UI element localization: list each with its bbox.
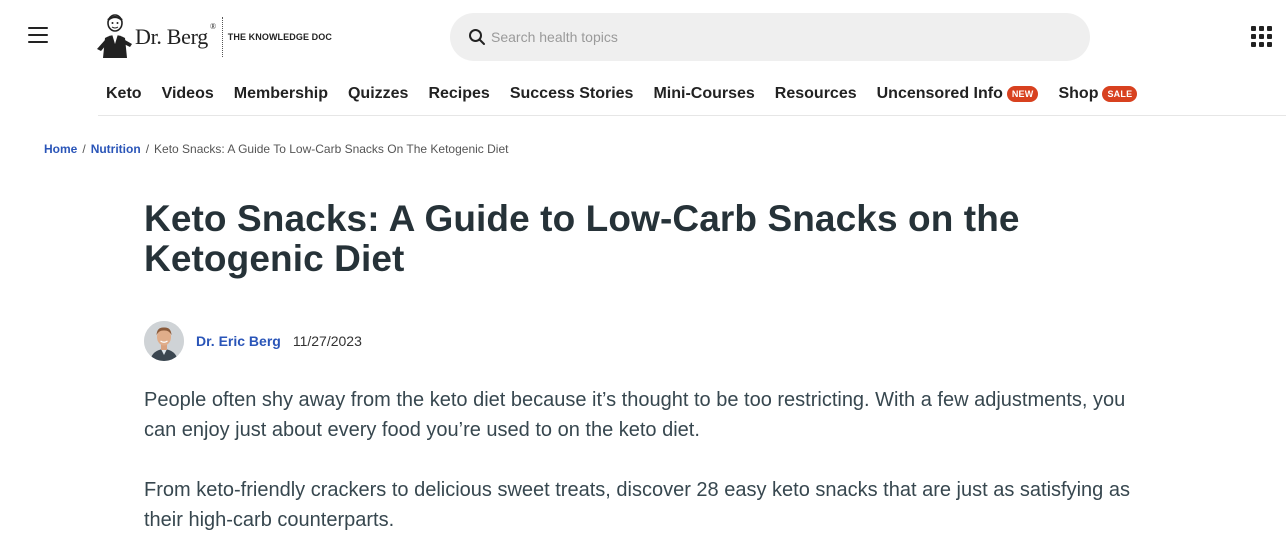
new-badge: NEW (1006, 85, 1039, 102)
logo-wordmark: Dr. Berg ® (135, 22, 216, 49)
breadcrumb-separator: / (145, 142, 150, 156)
article-title: Keto Snacks: A Guide to Low-Carb Snacks … (144, 198, 1020, 279)
search-bar[interactable] (450, 13, 1090, 61)
article-byline: Dr. Eric Berg 11/27/2023 (144, 320, 362, 362)
nav-item-resources[interactable]: Resources (767, 74, 865, 114)
article-paragraph: From keto-friendly crackers to delicious… (144, 479, 1130, 531)
sale-badge: SALE (1102, 85, 1138, 102)
author-portrait-icon (144, 321, 184, 361)
nav-item-keto[interactable]: Keto (98, 74, 150, 114)
nav-item-videos[interactable]: Videos (154, 74, 222, 114)
author-avatar[interactable] (144, 321, 184, 361)
nav-item-shop[interactable]: Shop SALE (1050, 74, 1145, 114)
article-paragraph: People often shy away from the keto diet… (144, 389, 1126, 441)
site-logo[interactable]: Dr. Berg ® THE KNOWLEDGE DOC (95, 14, 332, 60)
main-nav: Keto Videos Membership Quizzes Recipes S… (98, 72, 1286, 116)
search-icon (469, 29, 485, 45)
publish-date: 11/27/2023 (292, 333, 362, 349)
nav-item-membership[interactable]: Membership (226, 74, 336, 114)
breadcrumb-separator: / (82, 142, 86, 156)
nav-item-quizzes[interactable]: Quizzes (340, 74, 416, 114)
apps-grid-icon[interactable] (1251, 26, 1272, 47)
author-name-link[interactable]: Dr. Eric Berg (196, 333, 281, 349)
hamburger-menu-icon[interactable] (28, 27, 48, 45)
breadcrumb: Home / Nutrition / Keto Snacks: A Guide … (44, 142, 508, 156)
breadcrumb-current: Keto Snacks: A Guide To Low-Carb Snacks … (154, 142, 509, 156)
nav-item-success-stories[interactable]: Success Stories (502, 74, 642, 114)
nav-item-recipes[interactable]: Recipes (420, 74, 497, 114)
dr-berg-figure-icon (97, 14, 132, 58)
breadcrumb-nutrition-link[interactable]: Nutrition (91, 142, 141, 156)
search-input[interactable] (491, 29, 1051, 45)
logo-tagline: THE KNOWLEDGE DOC (227, 32, 332, 42)
nav-item-mini-courses[interactable]: Mini-Courses (645, 74, 762, 114)
breadcrumb-home-link[interactable]: Home (44, 142, 77, 156)
nav-item-uncensored-info[interactable]: Uncensored Info NEW (869, 74, 1047, 114)
logo-divider (221, 17, 223, 57)
